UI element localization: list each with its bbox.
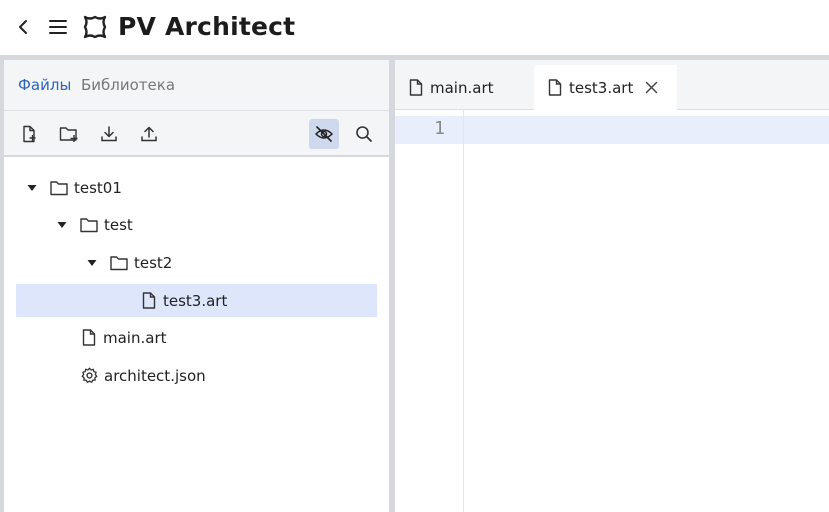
close-tab-button[interactable] [645,81,658,94]
back-button[interactable] [12,16,34,38]
tree-item-label: main.art [103,328,167,347]
editor-tab-label: test3.art [569,78,634,97]
tree-item-label: test2 [134,253,173,272]
chevron-left-icon [19,20,27,34]
editor-tab-label: main.art [430,78,494,97]
editor-tab-main-art[interactable]: main.art [395,65,533,110]
editor-tab-test3-art[interactable]: test3.art [534,65,677,110]
gear-icon [80,367,98,385]
download-icon [101,126,117,142]
tree-item-label: test3.art [163,291,228,310]
close-icon [646,81,658,94]
search-icon [356,126,372,142]
tab-library[interactable]: Библиотека [81,76,175,94]
puzzle-logo-icon [83,15,107,39]
folder-icon [50,179,68,197]
explorer-toolbar [4,111,389,157]
tab-files[interactable]: Файлы [18,76,71,94]
upload-icon [141,126,157,142]
new-folder-icon [59,127,78,142]
file-explorer-panel: Файлы Библиотека test01 test test2 test3… [0,60,389,512]
new-folder-button[interactable] [54,119,84,149]
file-icon [546,79,564,97]
tree-item-main-art[interactable]: main.art [4,321,389,354]
eye-off-icon [314,126,334,142]
folder-icon [80,216,98,234]
new-file-button[interactable] [14,119,44,149]
caret-down-icon[interactable] [57,220,67,230]
tree-item-test2[interactable]: test2 [4,246,389,279]
hamburger-menu-icon [49,20,67,34]
app-logo [81,13,109,41]
toggle-hidden-button[interactable] [309,119,339,149]
file-icon [80,329,98,347]
line-number: 1 [434,118,445,139]
upload-button[interactable] [134,119,164,149]
app-title: PV Architect [118,12,296,41]
search-button[interactable] [349,119,379,149]
editor-tabs: main.art test3.art [395,60,829,110]
tree-item-label: architect.json [104,366,206,385]
file-icon [140,292,158,310]
new-file-icon [23,125,36,143]
folder-icon [110,254,128,272]
tree-item-architect-json[interactable]: architect.json [4,359,389,392]
menu-button[interactable] [47,16,69,38]
tree-item-test01[interactable]: test01 [4,171,389,204]
editor-area: main.art test3.art 1 [395,60,829,512]
caret-down-icon[interactable] [87,258,97,268]
panel-tabs: Файлы Библиотека [4,60,389,111]
tree-item-test[interactable]: test [4,208,389,241]
download-button[interactable] [94,119,124,149]
tree-item-label: test [104,215,133,234]
app-header: PV Architect [0,0,829,55]
file-icon [407,79,425,97]
tree-item-label: test01 [74,178,122,197]
caret-down-icon[interactable] [27,183,37,193]
code-area[interactable] [464,110,829,512]
tree-item-test3-art[interactable]: test3.art [16,284,377,317]
